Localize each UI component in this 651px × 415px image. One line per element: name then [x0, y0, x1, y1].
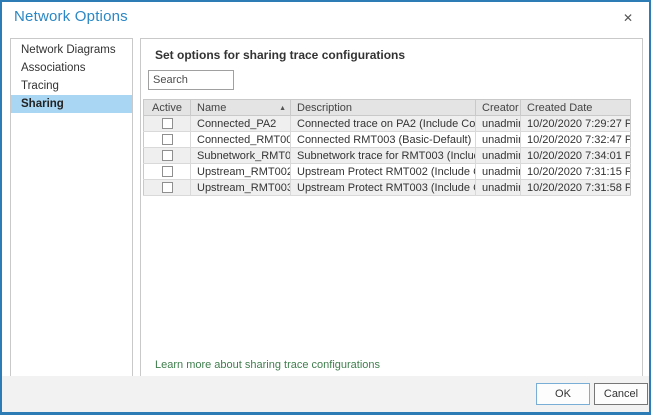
- column-header-description[interactable]: Description: [291, 100, 476, 116]
- active-checkbox[interactable]: [162, 166, 173, 177]
- sort-ascending-icon: ▲: [279, 105, 286, 112]
- created-date-cell: 10/20/2020 7:32:47 PM: [521, 132, 631, 148]
- active-cell: [144, 164, 191, 180]
- network-options-dialog: Network Options ✕ Network Diagrams Assoc…: [0, 0, 651, 415]
- column-header-name[interactable]: ▲ Name: [191, 100, 291, 116]
- table-row[interactable]: Connected_PA2 Connected trace on PA2 (In…: [144, 116, 631, 132]
- active-checkbox[interactable]: [162, 134, 173, 145]
- cancel-button[interactable]: Cancel: [594, 383, 648, 405]
- table-row[interactable]: Upstream_RMT003 Upstream Protect RMT003 …: [144, 180, 631, 196]
- description-cell: Connected trace on PA2 (Include Containe…: [291, 116, 476, 132]
- description-cell: Upstream Protect RMT003 (Include Content…: [291, 180, 476, 196]
- title-bar: Network Options ✕: [2, 2, 649, 36]
- learn-more-link[interactable]: Learn more about sharing trace configura…: [155, 359, 380, 371]
- creator-cell: unadmin: [476, 132, 521, 148]
- description-cell: Connected RMT003 (Basic-Default): [291, 132, 476, 148]
- column-header-active[interactable]: Active: [144, 100, 191, 116]
- sidebar-item-network-diagrams[interactable]: Network Diagrams: [11, 41, 132, 59]
- active-cell: [144, 148, 191, 164]
- table-row[interactable]: Connected_RMT003 Connected RMT003 (Basic…: [144, 132, 631, 148]
- name-cell: Connected_RMT003: [191, 132, 291, 148]
- created-date-cell: 10/20/2020 7:29:27 PM: [521, 116, 631, 132]
- creator-cell: unadmin: [476, 180, 521, 196]
- table-row[interactable]: Subnetwork_RMT003 Subnetwork trace for R…: [144, 148, 631, 164]
- table-header-row: Active ▲ Name Description Creator Created…: [144, 100, 631, 116]
- name-cell: Upstream_RMT002: [191, 164, 291, 180]
- section-heading: Set options for sharing trace configurat…: [155, 48, 405, 62]
- creator-cell: unadmin: [476, 148, 521, 164]
- sidebar-nav: Network Diagrams Associations Tracing Sh…: [10, 38, 133, 377]
- sidebar-item-associations[interactable]: Associations: [11, 59, 132, 77]
- description-cell: Upstream Protect RMT002 (Include Contain…: [291, 164, 476, 180]
- active-checkbox[interactable]: [162, 182, 173, 193]
- created-date-cell: 10/20/2020 7:31:15 PM: [521, 164, 631, 180]
- creator-cell: unadmin: [476, 164, 521, 180]
- close-icon[interactable]: ✕: [619, 9, 637, 27]
- table-row[interactable]: Upstream_RMT002 Upstream Protect RMT002 …: [144, 164, 631, 180]
- active-cell: [144, 180, 191, 196]
- active-cell: [144, 116, 191, 132]
- window-title: Network Options: [14, 8, 128, 25]
- description-cell: Subnetwork trace for RMT003 (Include Con…: [291, 148, 476, 164]
- created-date-cell: 10/20/2020 7:31:58 PM: [521, 180, 631, 196]
- active-checkbox[interactable]: [162, 118, 173, 129]
- created-date-cell: 10/20/2020 7:34:01 PM: [521, 148, 631, 164]
- creator-cell: unadmin: [476, 116, 521, 132]
- name-cell: Connected_PA2: [191, 116, 291, 132]
- search-input[interactable]: [148, 70, 234, 90]
- column-header-name-label: Name: [197, 102, 226, 114]
- footer-bar: OK Cancel: [2, 376, 649, 412]
- column-header-created-date[interactable]: Created Date: [521, 100, 631, 116]
- column-header-creator[interactable]: Creator: [476, 100, 521, 116]
- main-panel: Set options for sharing trace configurat…: [140, 38, 643, 377]
- name-cell: Subnetwork_RMT003: [191, 148, 291, 164]
- trace-configurations-table: Active ▲ Name Description Creator Created…: [143, 99, 631, 196]
- sidebar-item-tracing[interactable]: Tracing: [11, 77, 132, 95]
- active-checkbox[interactable]: [162, 150, 173, 161]
- name-cell: Upstream_RMT003: [191, 180, 291, 196]
- ok-button[interactable]: OK: [536, 383, 590, 405]
- sidebar-item-sharing[interactable]: Sharing: [11, 95, 132, 113]
- active-cell: [144, 132, 191, 148]
